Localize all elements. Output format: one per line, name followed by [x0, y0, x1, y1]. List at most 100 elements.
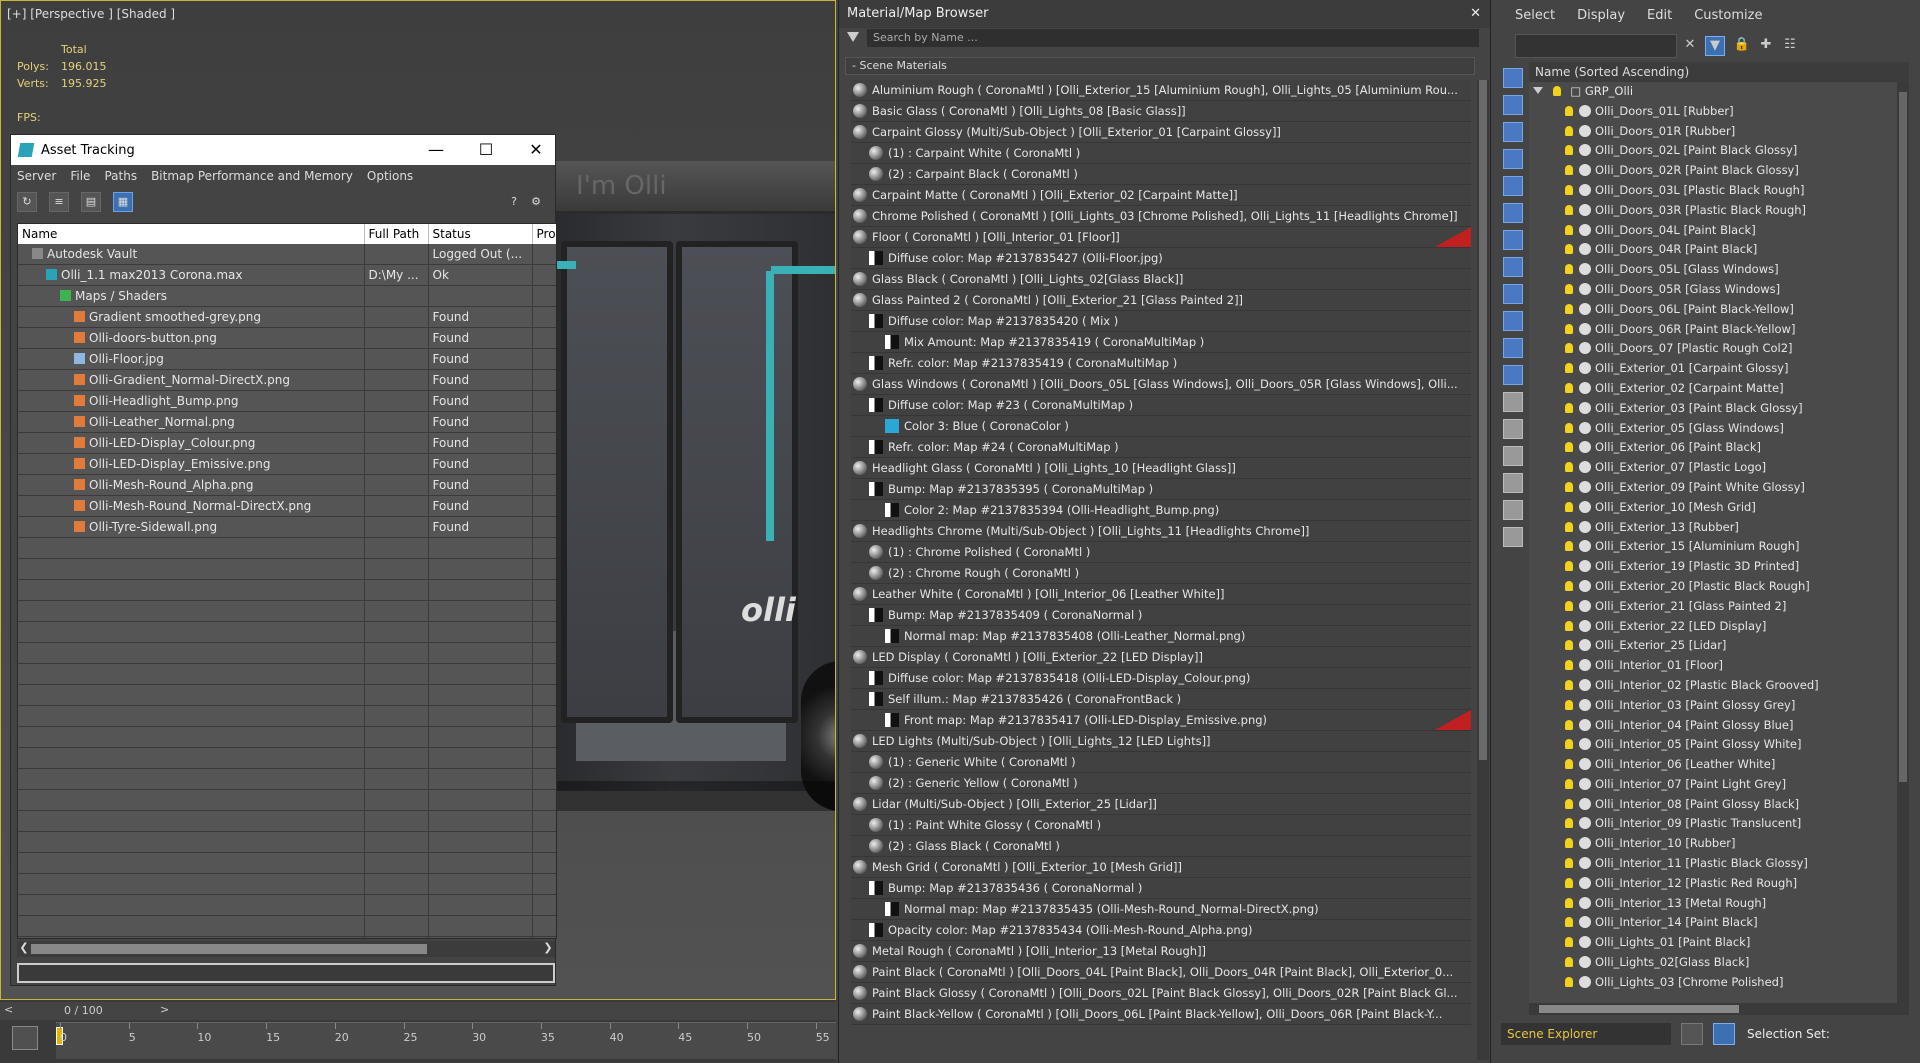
material-item[interactable]: (2) : Carpaint Black ( CoronaMtl ) — [851, 164, 1471, 185]
asset-row[interactable]: Autodesk Vault Logged Out (... — [18, 244, 556, 265]
viewport-label[interactable]: [+] [Perspective ] [Shaded ] — [7, 7, 175, 21]
menu-server[interactable]: Server — [17, 169, 56, 183]
scene-explorer-dropdown[interactable]: Scene Explorer — [1501, 1023, 1671, 1045]
tree-object-row[interactable]: Olli_Exterior_15 [Aluminium Rough] — [1529, 537, 1909, 557]
tree-object-row[interactable]: Olli_Interior_05 [Paint Glossy White] — [1529, 735, 1909, 755]
tree-object-row[interactable]: Olli_Interior_12 [Plastic Red Rough] — [1529, 874, 1909, 894]
light-bulb-icon[interactable] — [1565, 501, 1573, 512]
layers-icon[interactable] — [1681, 1023, 1703, 1045]
asset-row[interactable]: Olli-Floor.jpg Found — [18, 348, 556, 370]
material-item[interactable]: Glass Black ( CoronaMtl ) [Olli_Lights_0… — [851, 269, 1471, 290]
maximize-icon[interactable]: ☐ — [471, 139, 501, 161]
material-item[interactable]: Floor ( CoronaMtl ) [Olli_Interior_01 [F… — [851, 227, 1471, 248]
asset-name-cell[interactable]: Olli-Tyre-Sidewall.png — [18, 516, 365, 538]
light-bulb-icon[interactable] — [1565, 363, 1573, 374]
light-bulb-icon[interactable] — [1565, 858, 1573, 869]
display-spacewarps-icon[interactable] — [1503, 203, 1523, 223]
list-view-icon[interactable]: ≡ — [49, 192, 69, 212]
tree-object-row[interactable]: Olli_Exterior_02 [Carpaint Matte] — [1529, 379, 1909, 399]
light-bulb-icon[interactable] — [1565, 600, 1573, 611]
tree-object-row[interactable]: Olli_Exterior_21 [Glass Painted 2] — [1529, 597, 1909, 617]
tree-object-row[interactable]: Olli_Interior_14 [Paint Black] — [1529, 913, 1909, 933]
tree-object-row[interactable]: Olli_Interior_02 [Plastic Black Grooved] — [1529, 676, 1909, 696]
material-item[interactable]: (1) : Paint White Glossy ( CoronaMtl ) — [851, 815, 1471, 836]
material-item[interactable]: Refr. color: Map #2137835419 ( CoronaMul… — [851, 353, 1471, 374]
scroll-right-icon[interactable]: ❯ — [541, 941, 555, 954]
material-list[interactable]: Aluminium Rough ( CoronaMtl ) [Olli_Exte… — [851, 80, 1471, 1025]
material-item[interactable]: Glass Windows ( CoronaMtl ) [Olli_Doors_… — [851, 374, 1471, 395]
light-bulb-icon[interactable] — [1565, 976, 1573, 987]
menu-paths[interactable]: Paths — [104, 169, 137, 183]
material-map-browser[interactable]: Material/Map Browser ✕ Search by Name ..… — [838, 0, 1491, 1063]
light-bulb-icon[interactable] — [1565, 580, 1573, 591]
tree-object-row[interactable]: Olli_Doors_06R [Paint Black-Yellow] — [1529, 320, 1909, 340]
material-item[interactable]: Headlight Glass ( CoronaMtl ) [Olli_Ligh… — [851, 458, 1471, 479]
scroll-thumb[interactable] — [1539, 1005, 1739, 1013]
asset-name-cell[interactable]: Olli-Mesh-Round_Alpha.png — [18, 474, 365, 496]
light-bulb-icon[interactable] — [1565, 145, 1573, 156]
light-bulb-icon[interactable] — [1565, 917, 1573, 928]
display-none-icon[interactable] — [1503, 419, 1523, 439]
asset-name-cell[interactable]: Olli-Mesh-Round_Normal-DirectX.png — [18, 495, 365, 517]
material-item[interactable]: Paint Black Glossy ( CoronaMtl ) [Olli_D… — [851, 983, 1471, 1004]
light-bulb-icon[interactable] — [1565, 521, 1573, 532]
explorer-search-input[interactable] — [1515, 34, 1677, 58]
close-icon[interactable]: ✕ — [1470, 0, 1481, 28]
material-item[interactable]: Mix Amount: Map #2137835419 ( CoronaMult… — [851, 332, 1471, 353]
tree-object-row[interactable]: Olli_Lights_01 [Paint Black] — [1529, 933, 1909, 953]
tree-object-row[interactable]: Olli_Interior_08 [Paint Glossy Black] — [1529, 795, 1909, 815]
material-item[interactable]: Headlights Chrome (Multi/Sub-Object ) [O… — [851, 521, 1471, 542]
light-bulb-icon[interactable] — [1565, 264, 1573, 275]
tree-object-row[interactable]: Olli_Doors_01R [Rubber] — [1529, 122, 1909, 142]
material-item[interactable]: (2) : Chrome Rough ( CoronaMtl ) — [851, 563, 1471, 584]
asset-row[interactable]: Olli_1.1 max2013 Corona.max D:\My ... Ok — [18, 264, 556, 286]
material-item[interactable]: Color 3: Blue ( CoronaColor ) — [851, 416, 1471, 437]
menu-options[interactable]: Options — [367, 169, 413, 183]
material-item[interactable]: Bump: Map #2137835436 ( CoronaNormal ) — [851, 878, 1471, 899]
asset-row[interactable]: Olli-Gradient_Normal-DirectX.png Found — [18, 369, 556, 391]
mini-curve-editor-icon[interactable] — [12, 1026, 38, 1050]
material-item[interactable]: Paint Black-Yellow ( CoronaMtl ) [Olli_D… — [851, 1004, 1471, 1025]
display-bones-icon[interactable] — [1503, 284, 1523, 304]
display-shapes-icon[interactable] — [1503, 95, 1523, 115]
light-bulb-icon[interactable] — [1565, 877, 1573, 888]
menu-customize[interactable]: Customize — [1694, 8, 1762, 23]
light-bulb-icon[interactable] — [1565, 422, 1573, 433]
tree-object-row[interactable]: Olli_Exterior_09 [Paint White Glossy] — [1529, 478, 1909, 498]
display-groups-icon[interactable] — [1503, 230, 1523, 250]
material-item[interactable]: Metal Rough ( CoronaMtl ) [Olli_Interior… — [851, 941, 1471, 962]
light-bulb-icon[interactable] — [1565, 818, 1573, 829]
light-bulb-icon[interactable] — [1565, 105, 1573, 116]
scroll-thumb[interactable] — [31, 944, 427, 954]
light-bulb-icon[interactable] — [1565, 699, 1573, 710]
sync-selection-icon[interactable] — [1503, 527, 1523, 547]
tree-object-row[interactable]: Olli_Interior_07 [Paint Light Grey] — [1529, 775, 1909, 795]
light-bulb-icon[interactable] — [1565, 679, 1573, 690]
asset-name-cell[interactable]: Olli-Floor.jpg — [18, 348, 365, 370]
asset-tracking-dialog[interactable]: Asset Tracking — ☐ ✕ Server File Paths B… — [10, 134, 557, 986]
table-view-icon[interactable]: ▤ — [81, 192, 101, 212]
scene-materials-group[interactable]: - Scene Materials — [845, 57, 1475, 75]
tree-object-row[interactable]: Olli_Exterior_01 [Carpaint Glossy] — [1529, 359, 1909, 379]
tree-object-row[interactable]: Olli_Exterior_06 [Paint Black] — [1529, 438, 1909, 458]
tree-object-row[interactable]: Olli_Doors_03R [Plastic Black Rough] — [1529, 201, 1909, 221]
light-bulb-icon[interactable] — [1565, 937, 1573, 948]
light-bulb-icon[interactable] — [1565, 778, 1573, 789]
time-slider[interactable]: < 0 / 100 > — [0, 1002, 836, 1020]
asset-name-cell[interactable]: Maps / Shaders — [18, 285, 365, 307]
asset-row[interactable]: Olli-doors-button.png Found — [18, 327, 556, 349]
material-item[interactable]: Basic Glass ( CoronaMtl ) [Olli_Lights_0… — [851, 101, 1471, 122]
material-item[interactable]: Normal map: Map #2137835435 (Olli-Mesh-R… — [851, 899, 1471, 920]
light-bulb-icon[interactable] — [1565, 838, 1573, 849]
light-bulb-icon[interactable] — [1565, 323, 1573, 334]
tree-object-row[interactable]: Olli_Exterior_20 [Plastic Black Rough] — [1529, 577, 1909, 597]
asset-row[interactable]: Maps / Shaders — [18, 285, 556, 307]
browser-vscrollbar[interactable] — [1477, 80, 1489, 1060]
display-helpers-icon[interactable] — [1503, 176, 1523, 196]
tree-object-row[interactable]: Olli_Interior_11 [Plastic Black Glossy] — [1529, 854, 1909, 874]
light-bulb-icon[interactable] — [1565, 224, 1573, 235]
tree-object-row[interactable]: Olli_Lights_03 [Chrome Polished] — [1529, 973, 1909, 993]
material-item[interactable]: Opacity color: Map #2137835434 (Olli-Mes… — [851, 920, 1471, 941]
asset-name-cell[interactable]: Olli-doors-button.png — [18, 327, 365, 349]
asset-name-cell[interactable]: Olli-LED-Display_Emissive.png — [18, 453, 365, 475]
